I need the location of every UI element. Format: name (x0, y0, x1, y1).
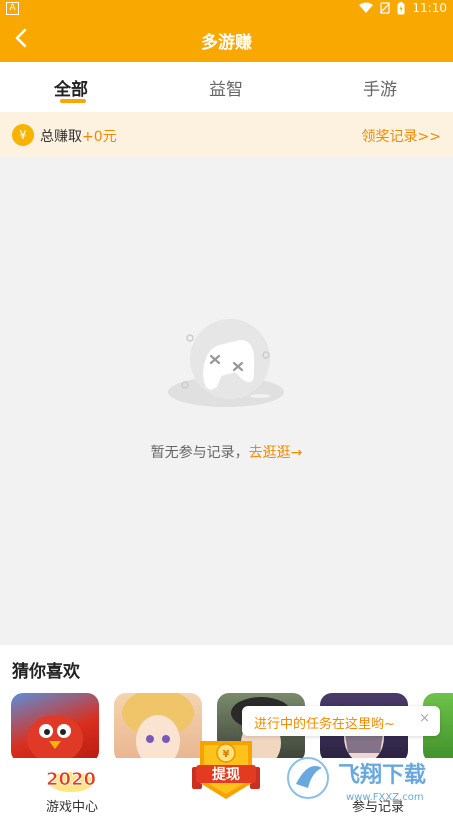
watermark-logo: 飞翔下载 www.FXXZ.com (287, 757, 426, 803)
page-title: 多游赚 (201, 33, 252, 53)
tab-puzzle[interactable]: 益智 (209, 75, 243, 100)
recommendations-title: 猜你喜欢 (12, 662, 80, 682)
coin-icon: ¥ (12, 124, 34, 146)
nav-game-center[interactable]: 游戏中心 (46, 796, 98, 815)
empty-message-text: 暂无参与记录， (150, 445, 249, 461)
withdraw-label: 提现 (212, 767, 240, 783)
empty-message: 暂无参与记录，去逛逛→ (0, 442, 453, 462)
total-earned-label: 总赚取 (40, 129, 82, 145)
clock: 11:10 (412, 1, 447, 15)
total-earned: 总赚取+0元 (40, 126, 117, 146)
active-tab-indicator (60, 99, 86, 103)
tab-all[interactable]: 全部 (54, 75, 88, 100)
gamepad-empty-icon (168, 319, 284, 407)
watermark-brand: 飞翔下载 (338, 762, 426, 788)
withdraw-coin-symbol: ¥ (223, 749, 230, 760)
notification-icon: A (6, 2, 19, 15)
game-center-icon[interactable]: 2020 (45, 762, 97, 794)
no-sim-icon (380, 2, 391, 14)
game-thumbnail[interactable] (11, 693, 99, 763)
red-bird-game-icon (27, 715, 83, 763)
tab-bar: 全部 益智 手游 (0, 62, 453, 112)
game-thumbnail[interactable] (114, 693, 202, 763)
app-bar: 多游赚 (0, 16, 453, 62)
battery-icon (397, 1, 405, 14)
total-earned-value: +0元 (82, 129, 117, 145)
tooltip-text: 进行中的任务在这里哟~ (254, 717, 395, 732)
earnings-banner: ¥ 总赚取+0元 领奖记录>> (0, 112, 453, 157)
close-icon[interactable]: × (419, 711, 430, 726)
empty-state: 暂无参与记录，去逛逛→ (0, 157, 453, 645)
game-center-badge: 2020 (46, 769, 96, 790)
tab-mobile-games[interactable]: 手游 (363, 75, 397, 100)
anime-girl-game-icon (122, 693, 194, 763)
withdraw-button[interactable]: ¥ 提现 (190, 733, 262, 803)
status-bar: A 11:10 (0, 0, 453, 16)
task-tooltip: 进行中的任务在这里哟~ × (242, 706, 440, 736)
browse-link[interactable]: 去逛逛→ (249, 445, 303, 461)
reward-record-link[interactable]: 领奖记录>> (362, 126, 441, 146)
watermark-url: www.FXXZ.com (346, 792, 424, 803)
status-icons: 11:10 (359, 1, 447, 15)
wifi-icon (359, 2, 374, 13)
